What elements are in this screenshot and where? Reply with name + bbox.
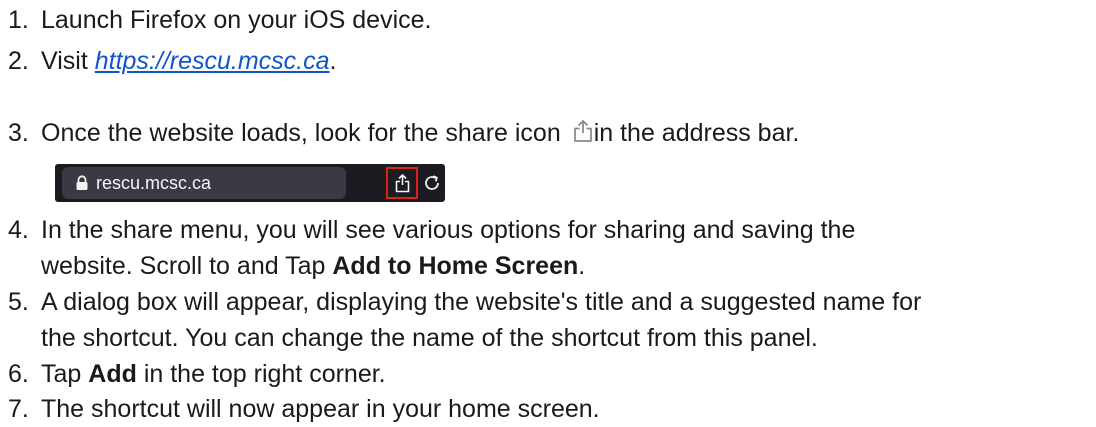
share-button[interactable] xyxy=(386,167,418,199)
step-text-line-1: In the share menu, you will see various … xyxy=(41,216,856,244)
step-number: 2. xyxy=(8,47,29,75)
step-text-suffix: . xyxy=(578,252,586,280)
step-text-line-1: A dialog box will appear, displaying the… xyxy=(41,288,922,316)
share-icon xyxy=(395,174,410,193)
step-number: 6. xyxy=(8,360,29,388)
url-text: rescu.mcsc.ca xyxy=(96,173,212,193)
rescu-website-link[interactable]: https://rescu.mcsc.ca xyxy=(95,47,330,75)
step-text: Once the website loads, look for the sha… xyxy=(41,115,799,151)
step-text-suffix: in the top right corner. xyxy=(136,360,386,388)
step-text: A dialog box will appear, displaying the… xyxy=(41,284,921,356)
step-text: In the share menu, you will see various … xyxy=(41,212,855,284)
step-text-before-icon: Once the website loads, look for the sha… xyxy=(41,119,568,147)
step-text-prefix: Visit xyxy=(41,47,95,75)
step-number: 7. xyxy=(8,395,29,423)
step-text-prefix: website. Scroll to and Tap xyxy=(41,252,333,280)
step-text-line-2: website. Scroll to and Tap Add to Home S… xyxy=(41,248,855,284)
step-text: Visit https://rescu.mcsc.ca. xyxy=(41,43,336,79)
step-text-after-icon: in the address bar. xyxy=(593,119,800,147)
step-text: The shortcut will now appear in your hom… xyxy=(41,395,600,423)
step-number: 4. xyxy=(8,216,29,244)
add-label: Add xyxy=(88,360,137,388)
browser-address-bar: rescu.mcsc.ca xyxy=(55,164,445,202)
lock-icon xyxy=(75,175,89,191)
step-text-line-2: the shortcut. You can change the name of… xyxy=(41,324,818,352)
step-number: 5. xyxy=(8,288,29,316)
step-text-prefix: Tap xyxy=(41,360,89,388)
url-field[interactable]: rescu.mcsc.ca xyxy=(62,167,346,199)
step-text-suffix: . xyxy=(329,47,337,75)
add-to-home-screen-label: Add to Home Screen xyxy=(332,252,579,280)
step-text: Tap Add in the top right corner. xyxy=(41,356,386,392)
step-number: 1. xyxy=(8,6,29,34)
step-number: 3. xyxy=(8,119,29,147)
step-text: Launch Firefox on your iOS device. xyxy=(41,6,432,34)
reload-icon[interactable] xyxy=(422,173,442,193)
share-icon xyxy=(572,117,594,142)
